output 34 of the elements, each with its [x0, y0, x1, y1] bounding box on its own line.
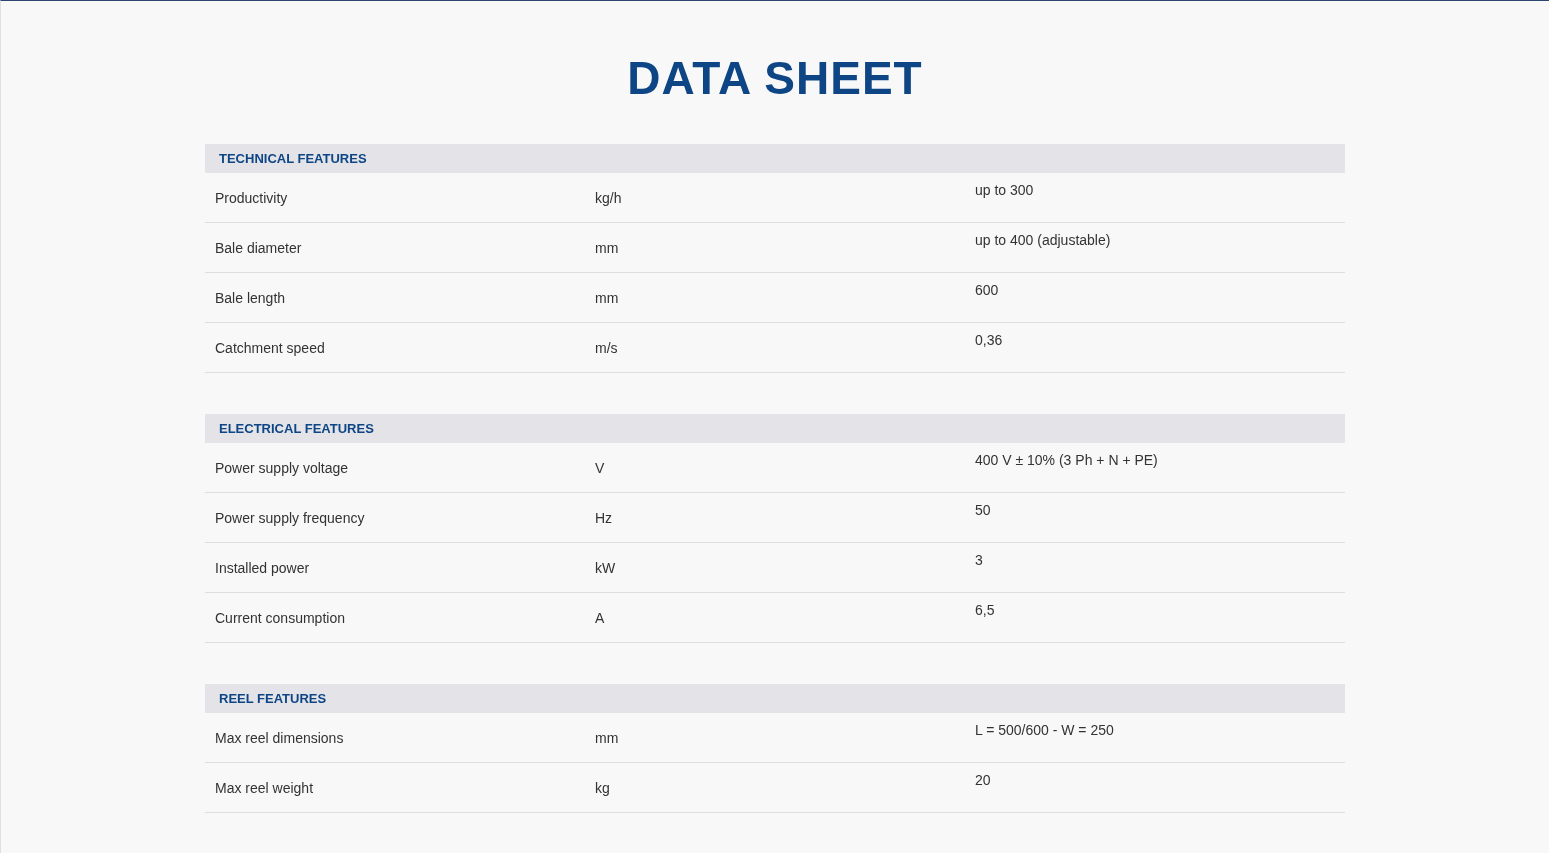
feature-value: 400 V ± 10% (3 Ph + N + PE) — [974, 452, 1158, 468]
feature-value: 20 — [974, 772, 991, 788]
section-header: TECHNICAL FEATURES — [205, 144, 1345, 173]
section-header: ELECTRICAL FEATURES — [205, 414, 1345, 443]
page-title: DATA SHEET — [627, 53, 923, 103]
unit-label: mm — [594, 239, 619, 256]
feature-value: up to 300 — [974, 182, 1034, 198]
unit-label: V — [594, 459, 605, 476]
feature-value: 0,36 — [974, 332, 1003, 348]
unit-label: A — [594, 609, 605, 626]
feature-value: up to 400 (adjustable) — [974, 232, 1111, 248]
feature-value: 600 — [974, 282, 999, 298]
unit-label: mm — [594, 289, 619, 306]
feature-label: Bale length — [214, 289, 286, 306]
unit-label: kg — [594, 779, 610, 796]
feature-label: Bale diameter — [214, 239, 302, 256]
feature-label: Max reel weight — [214, 779, 314, 796]
feature-label: Power supply frequency — [214, 509, 365, 526]
unit-label: m/s — [594, 339, 618, 356]
feature-label: Productivity — [214, 189, 288, 206]
section-header: REEL FEATURES — [205, 684, 1345, 713]
feature-value: L = 500/600 - W = 250 — [974, 722, 1114, 738]
feature-value: 3 — [974, 552, 983, 568]
unit-label: Hz — [594, 509, 613, 526]
feature-label: Power supply voltage — [214, 459, 349, 476]
unit-label: kW — [594, 559, 616, 576]
feature-label: Current consumption — [214, 609, 345, 626]
feature-label: Max reel dimensions — [214, 729, 344, 746]
unit-label: kg/h — [594, 189, 622, 206]
unit-label: mm — [594, 729, 619, 746]
feature-value: 50 — [974, 502, 991, 518]
feature-value: 6,5 — [974, 602, 995, 618]
feature-label: Catchment speed — [214, 339, 325, 356]
feature-label: Installed power — [214, 559, 310, 576]
